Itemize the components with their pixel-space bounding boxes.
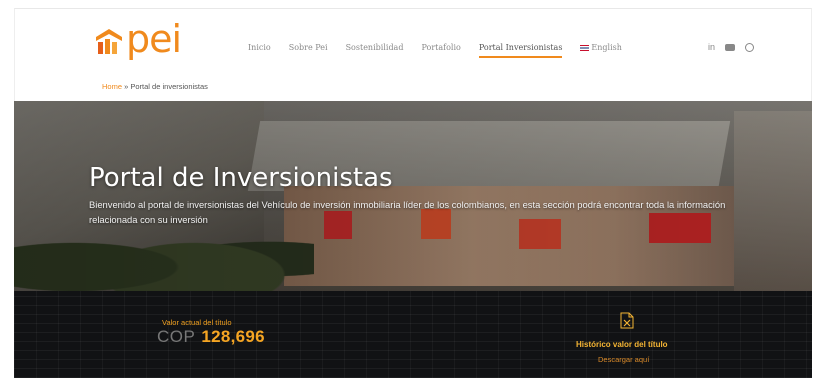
hero-description: Bienvenido al portal de inversionistas d… (89, 199, 726, 225)
logo-wordmark: pei (126, 17, 182, 61)
social-links: in (708, 42, 764, 52)
nav-item-inicio[interactable]: Inicio (248, 43, 271, 55)
hero-banner: Portal de Inversionistas Bienvenido al p… (14, 101, 812, 291)
nav-item-english[interactable]: English (580, 43, 622, 55)
breadcrumb-separator: » (124, 82, 129, 91)
page-title: Portal de Inversionistas (89, 163, 393, 193)
current-value-label: Valor actual del título (162, 318, 232, 327)
nav-item-portal-inversionistas[interactable]: Portal Inversionistas (478, 43, 562, 58)
linkedin-icon[interactable]: in (708, 42, 715, 52)
breadcrumb-current: Portal de inversionistas (130, 82, 208, 91)
excel-file-icon[interactable] (620, 312, 634, 329)
nav-item-portafolio[interactable]: Portafolio (421, 43, 460, 55)
search-icon[interactable] (745, 42, 755, 52)
current-value: COP 128,696 (157, 327, 265, 347)
pei-logo-icon (96, 29, 122, 54)
breadcrumb-home[interactable]: Home (102, 82, 122, 91)
main-nav: Inicio Sobre Pei Sostenibilidad Portafol… (248, 43, 640, 58)
site-header: pei Inicio Sobre Pei Sostenibilidad Port… (14, 8, 812, 101)
history-value-label: Histórico valor del título (576, 340, 668, 349)
currency-code: COP (157, 327, 196, 346)
uk-flag-icon (580, 45, 590, 51)
youtube-icon[interactable] (725, 43, 736, 51)
pei-logo[interactable]: pei (94, 17, 182, 61)
nav-item-sostenibilidad[interactable]: Sostenibilidad (346, 43, 404, 55)
download-link[interactable]: Descargar aquí (598, 355, 649, 364)
title-price: 128,696 (201, 327, 265, 346)
breadcrumb: Home » Portal de inversionistas (102, 82, 208, 91)
nav-item-sobre-pei[interactable]: Sobre Pei (289, 43, 328, 55)
nav-item-english-label: English (591, 43, 622, 52)
hero-overlay (14, 101, 812, 291)
stats-bar: Valor actual del título COP 128,696 Hist… (14, 291, 812, 378)
